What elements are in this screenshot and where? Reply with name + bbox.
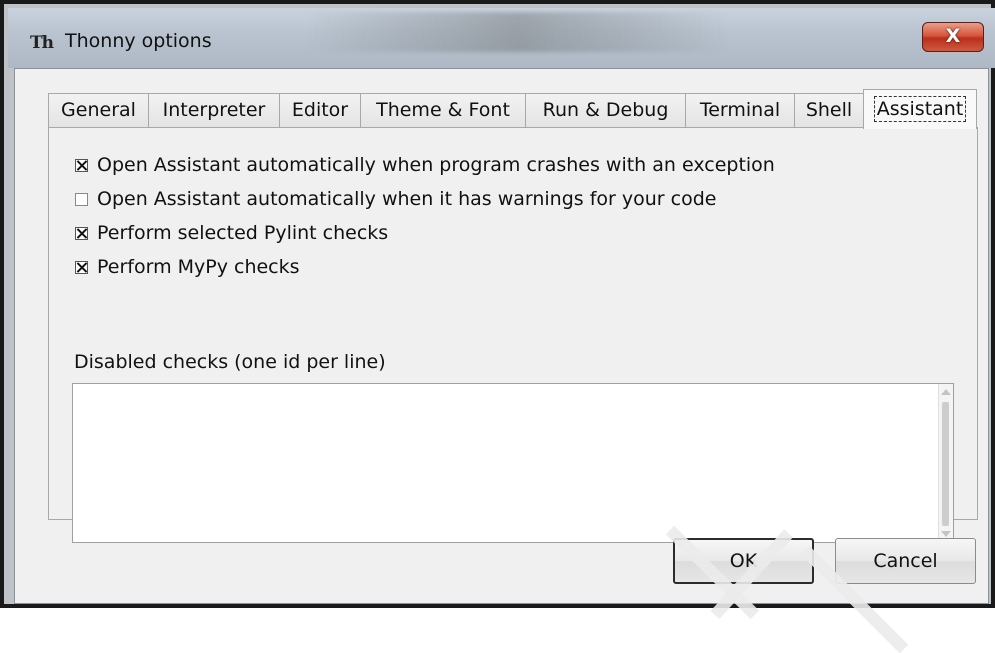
- tab-assistant[interactable]: Assistant: [863, 89, 977, 129]
- tab-interpreter[interactable]: Interpreter: [148, 93, 280, 127]
- option-mypy-checks-label: Perform MyPy checks: [97, 256, 300, 278]
- checkbox-checked-icon[interactable]: [75, 226, 88, 240]
- thonny-app-icon: Th: [30, 33, 54, 53]
- close-button[interactable]: X: [922, 22, 984, 52]
- close-icon: X: [945, 25, 961, 47]
- tab-shell[interactable]: Shell: [794, 93, 864, 127]
- cancel-button[interactable]: Cancel: [835, 538, 976, 584]
- textarea-scrollbar[interactable]: [938, 384, 953, 542]
- option-pylint-checks[interactable]: Perform selected Pylint checks: [75, 220, 388, 246]
- checkbox-checked-icon[interactable]: [75, 158, 88, 172]
- dialog-client-area: General Interpreter Editor Theme & Font …: [14, 68, 989, 653]
- assistant-panel: Open Assistant automatically when progra…: [48, 127, 978, 543]
- scroll-thumb[interactable]: [942, 402, 949, 526]
- option-open-on-crash[interactable]: Open Assistant automatically when progra…: [75, 152, 775, 178]
- disabled-checks-textarea[interactable]: [72, 383, 954, 543]
- tab-run-debug[interactable]: Run & Debug: [525, 93, 686, 127]
- tab-theme-font[interactable]: Theme & Font: [360, 93, 526, 127]
- option-mypy-checks[interactable]: Perform MyPy checks: [75, 254, 300, 280]
- background-window-ghost: [308, 12, 728, 52]
- tab-general[interactable]: General: [48, 93, 149, 127]
- window-title: Thonny options: [65, 30, 212, 52]
- scroll-down-arrow-icon[interactable]: [941, 531, 951, 537]
- tab-terminal[interactable]: Terminal: [685, 93, 795, 127]
- option-open-on-crash-label: Open Assistant automatically when progra…: [97, 154, 775, 176]
- disabled-checks-label: Disabled checks (one id per line): [74, 351, 386, 373]
- title-bar: Th Thonny options X: [8, 8, 995, 68]
- tab-assistant-label: Assistant: [873, 96, 967, 122]
- checkbox-checked-icon[interactable]: [75, 260, 88, 274]
- window-frame: Th Thonny options X General Interpreter …: [0, 0, 995, 653]
- tab-editor[interactable]: Editor: [279, 93, 361, 127]
- scroll-up-arrow-icon[interactable]: [941, 389, 951, 395]
- checkbox-unchecked-icon[interactable]: [75, 192, 88, 206]
- option-open-on-warnings[interactable]: Open Assistant automatically when it has…: [75, 186, 716, 212]
- option-pylint-checks-label: Perform selected Pylint checks: [97, 222, 389, 244]
- option-open-on-warnings-label: Open Assistant automatically when it has…: [97, 188, 717, 210]
